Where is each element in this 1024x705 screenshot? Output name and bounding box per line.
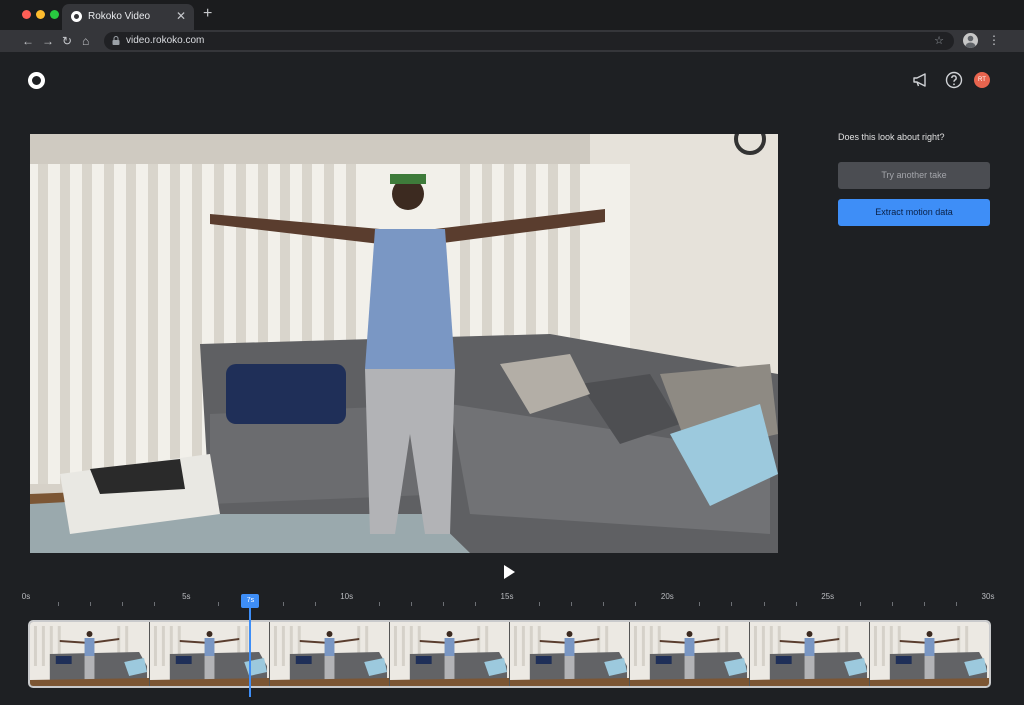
url-text: video.rokoko.com [126,35,205,46]
browser-toolbar: ← → ↻ ⌂ video.rokoko.com ☆ ⋮ [0,30,1024,52]
ruler-tick [891,602,893,606]
ruler-tick-label: 20s [660,592,674,601]
ruler-tick [410,602,412,606]
close-window-button[interactable] [22,10,31,19]
app-root: RT Does this look about right? Try anoth… [0,52,1024,705]
back-icon[interactable]: ← [22,33,34,49]
filmstrip-frame [630,622,750,686]
timeline-ruler[interactable]: 0s 5s 10s 15s 20s 25s 30s [22,592,995,612]
profile-avatar-icon[interactable] [963,33,978,48]
tab-title: Rokoko Video [88,11,151,22]
help-icon[interactable] [944,70,964,90]
logo-icon[interactable] [28,72,45,89]
ruler-tick [699,602,701,606]
person-icon [965,35,976,48]
user-avatar[interactable]: RT [974,72,990,88]
address-bar[interactable]: video.rokoko.com ☆ [104,32,954,50]
ruler-tick-label: 5s [182,592,191,601]
filmstrip-frame [270,622,390,686]
ruler-tick [58,602,60,606]
ruler-tick-label: 0s [21,592,31,601]
ruler-tick [795,602,797,606]
ruler-tick [763,602,765,606]
minimize-window-button[interactable] [36,10,45,19]
confirmation-question: Does this look about right? [838,132,945,142]
new-tab-icon[interactable]: + [203,6,212,22]
timeline-filmstrip[interactable] [28,620,991,688]
ruler-tick [154,602,156,606]
playhead-time-label[interactable]: 7s [241,594,260,608]
ruler-tick [218,602,220,606]
ruler-tick [923,602,925,606]
ruler-tick [571,602,573,606]
favicon-icon [71,11,82,22]
bookmark-star-icon[interactable]: ☆ [934,34,944,47]
playhead-line[interactable] [249,608,252,697]
ruler-tick [603,602,605,606]
browser-tab-bar: Rokoko Video ✕ + [0,0,1024,30]
try-another-take-button[interactable]: Try another take [838,162,990,189]
megaphone-icon[interactable] [911,70,931,90]
play-icon[interactable] [501,564,517,580]
ruler-tick [122,602,124,606]
ruler-tick [859,602,861,606]
maximize-window-button[interactable] [50,10,59,19]
ruler-tick-label: 15s [500,592,514,601]
filmstrip-frame [30,622,150,686]
ruler-tick-label: 10s [340,592,354,601]
ruler-tick-label: 30s [981,592,995,601]
reload-icon[interactable]: ↻ [62,33,72,49]
filmstrip-frame [750,622,870,686]
video-frame-image [30,134,778,553]
filmstrip-frame [150,622,270,686]
filmstrip-frame [870,622,989,686]
ruler-tick [474,602,476,606]
lock-icon [112,36,120,45]
video-preview[interactable] [30,134,778,553]
ruler-tick [955,602,957,606]
forward-icon[interactable]: → [42,33,54,49]
filmstrip-frame [390,622,510,686]
ruler-tick-label: 25s [821,592,835,601]
ruler-tick [539,602,541,606]
ruler-tick [442,602,444,606]
ruler-tick [282,602,284,606]
ruler-tick [731,602,733,606]
extract-motion-data-button[interactable]: Extract motion data [838,199,990,226]
home-icon[interactable]: ⌂ [82,33,89,49]
browser-menu-icon[interactable]: ⋮ [988,33,1000,47]
browser-tab[interactable]: Rokoko Video ✕ [62,4,194,30]
filmstrip-frame [510,622,630,686]
close-tab-icon[interactable]: ✕ [176,9,186,23]
ruler-tick [314,602,316,606]
ruler-tick [378,602,380,606]
ruler-tick [635,602,637,606]
ruler-tick [90,602,92,606]
